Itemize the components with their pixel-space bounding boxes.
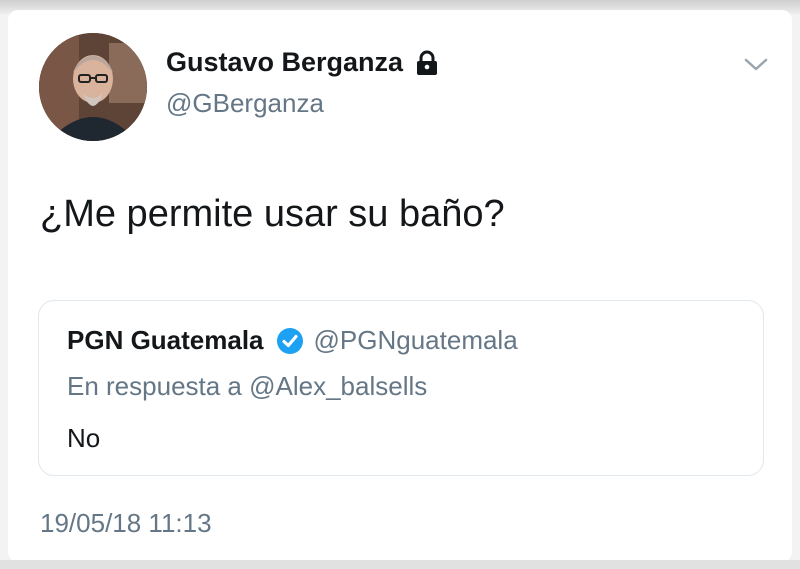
- chevron-down-icon[interactable]: [742, 55, 770, 75]
- quoted-tweet[interactable]: PGN Guatemala @PGNguatemala En respuesta…: [38, 300, 764, 476]
- avatar-photo: [39, 33, 147, 141]
- reply-context[interactable]: En respuesta a @Alex_balsells: [67, 371, 427, 402]
- quoted-author-handle[interactable]: @PGNguatemala: [314, 325, 518, 356]
- author-name[interactable]: Gustavo Berganza: [166, 47, 403, 78]
- lock-icon: [417, 50, 438, 75]
- bottom-edge: [0, 560, 800, 569]
- tweet-text: ¿Me permite usar su baño?: [40, 193, 505, 235]
- verified-badge-icon: [276, 327, 303, 354]
- avatar[interactable]: [39, 33, 147, 141]
- quoted-tweet-text: No: [67, 423, 101, 453]
- quoted-tweet-header: PGN Guatemala @PGNguatemala: [67, 325, 518, 356]
- author-handle[interactable]: @GBerganza: [166, 88, 324, 119]
- quoted-author-name[interactable]: PGN Guatemala: [67, 325, 264, 356]
- tweet-timestamp[interactable]: 19/05/18 11:13: [40, 508, 212, 539]
- author-name-row[interactable]: Gustavo Berganza: [166, 47, 439, 78]
